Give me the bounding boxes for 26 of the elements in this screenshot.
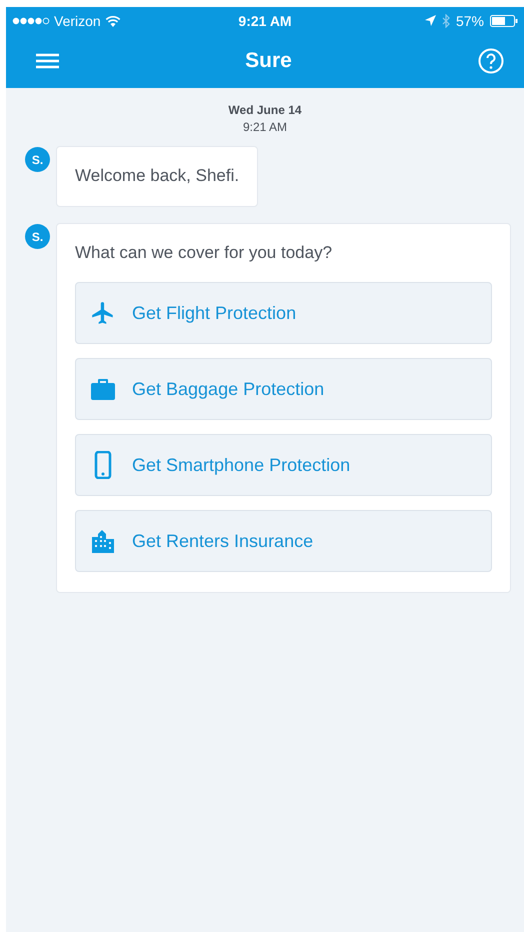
battery-percentage: 57% <box>456 12 484 28</box>
location-arrow-icon <box>424 15 436 26</box>
wifi-icon <box>104 14 121 26</box>
option-button[interactable]: Get Flight Protection <box>75 282 492 344</box>
help-button[interactable] <box>478 48 504 74</box>
option-button[interactable]: Get Baggage Protection <box>75 358 492 420</box>
clock-time: 9:21 AM <box>238 12 292 28</box>
app-title: Sure <box>245 49 292 73</box>
help-icon <box>478 48 504 74</box>
bluetooth-icon <box>442 14 450 28</box>
message-text: What can we cover for you today? <box>75 242 334 264</box>
bot-avatar: S. <box>25 147 50 172</box>
signal-icon <box>12 16 50 24</box>
airplane-icon <box>90 300 116 326</box>
menu-button[interactable] <box>36 53 59 69</box>
carrier-name: Verizon <box>54 12 101 28</box>
buildings-icon <box>90 529 116 553</box>
message-date: Wed June 14 <box>228 102 302 119</box>
option-button[interactable]: Get Smartphone Protection <box>75 434 492 496</box>
battery-icon <box>490 14 518 26</box>
briefcase-icon <box>90 377 116 401</box>
menu-icon <box>36 53 59 69</box>
message-text: Welcome back, Shefi. <box>75 165 240 187</box>
option-button[interactable]: Get Renters Insurance <box>75 510 492 572</box>
bot-avatar: S. <box>25 224 50 249</box>
message-time: 9:21 AM <box>242 119 288 136</box>
